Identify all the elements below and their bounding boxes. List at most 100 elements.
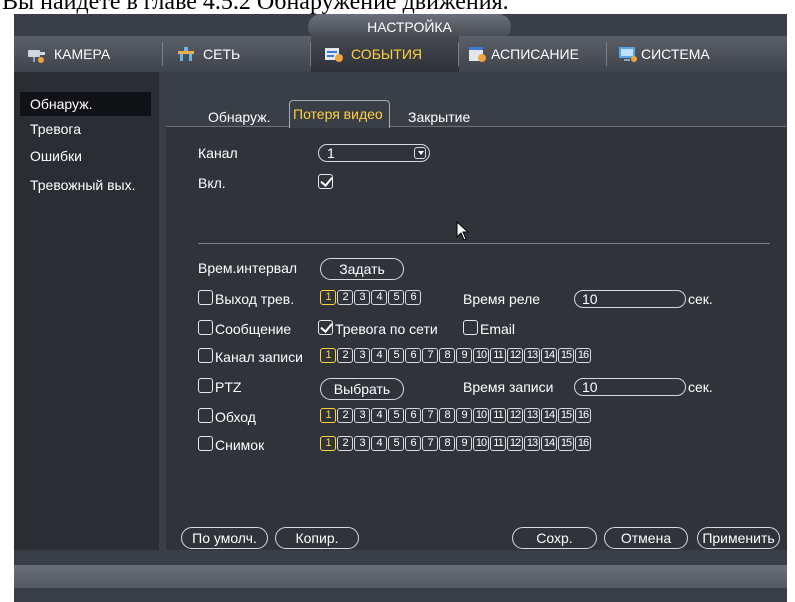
snapshot-ch-6[interactable]: 6	[405, 436, 421, 451]
channel-select[interactable]: 1	[318, 144, 430, 162]
tour-ch-4[interactable]: 4	[371, 408, 387, 423]
record-ch-9[interactable]: 9	[456, 348, 472, 363]
tour-ch-8[interactable]: 8	[439, 408, 455, 423]
tour-ch-12[interactable]: 12	[507, 408, 523, 423]
enable-checkbox[interactable]	[318, 174, 333, 189]
tour-checkbox[interactable]	[198, 408, 213, 423]
record-ch-3[interactable]: 3	[354, 348, 370, 363]
tour-ch-3[interactable]: 3	[354, 408, 370, 423]
schedule-set-button[interactable]: Задать	[320, 258, 404, 280]
alarm-out-2[interactable]: 2	[337, 290, 353, 305]
snapshot-ch-13[interactable]: 13	[524, 436, 540, 451]
alarm-out-3[interactable]: 3	[354, 290, 370, 305]
sidebar-item-alarm[interactable]: Тревога	[20, 117, 151, 141]
record-ch-5[interactable]: 5	[388, 348, 404, 363]
tour-ch-16[interactable]: 16	[575, 408, 591, 423]
snapshot-ch-8[interactable]: 8	[439, 436, 455, 451]
copy-button[interactable]: Копир.	[275, 527, 359, 549]
record-ch-6[interactable]: 6	[405, 348, 421, 363]
enable-label: Вкл.	[198, 175, 226, 191]
section-divider	[198, 243, 770, 244]
sidebar-item-detect[interactable]: Обнаруж.	[20, 92, 151, 116]
apply-button[interactable]: Применить	[697, 527, 780, 549]
tour-ch-9[interactable]: 9	[456, 408, 472, 423]
snapshot-ch-3[interactable]: 3	[354, 436, 370, 451]
sidebar-item-errors[interactable]: Ошибки	[20, 144, 151, 168]
tour-numbers: 1 2 3 4 5 6 7 8 9 10 11 12 13 14 15 16	[320, 408, 592, 424]
alarm-out-4[interactable]: 4	[371, 290, 387, 305]
relay-time-unit: сек.	[688, 291, 713, 307]
snapshot-ch-2[interactable]: 2	[337, 436, 353, 451]
snapshot-ch-7[interactable]: 7	[422, 436, 438, 451]
record-ch-8[interactable]: 8	[439, 348, 455, 363]
message-checkbox[interactable]	[198, 320, 213, 335]
tour-ch-1[interactable]: 1	[320, 408, 336, 423]
sidebar: Обнаруж. Тревога Ошибки Тревожный вых.	[14, 72, 159, 550]
record-ch-16[interactable]: 16	[575, 348, 591, 363]
snapshot-ch-16[interactable]: 16	[575, 436, 591, 451]
snapshot-ch-5[interactable]: 5	[388, 436, 404, 451]
tab-system[interactable]: СИСТЕМА	[607, 36, 755, 72]
tab-network[interactable]: СЕТЬ	[163, 36, 311, 72]
snapshot-ch-14[interactable]: 14	[541, 436, 557, 451]
message-label: Сообщение	[215, 321, 292, 337]
snapshot-ch-11[interactable]: 11	[490, 436, 506, 451]
cancel-button[interactable]: Отмена	[604, 527, 688, 549]
alarm-out-5[interactable]: 5	[388, 290, 404, 305]
snapshot-ch-9[interactable]: 9	[456, 436, 472, 451]
status-bar	[14, 565, 787, 588]
tour-ch-7[interactable]: 7	[422, 408, 438, 423]
sidebar-item-alarm-output[interactable]: Тревожный вых.	[20, 173, 151, 197]
alarm-out-checkbox[interactable]	[198, 290, 213, 305]
record-ch-1[interactable]: 1	[320, 348, 336, 363]
tour-ch-10[interactable]: 10	[473, 408, 489, 423]
email-label: Email	[480, 321, 516, 337]
record-time-input[interactable]: 10	[574, 378, 686, 396]
relay-time-input[interactable]: 10	[574, 290, 686, 308]
record-ch-13[interactable]: 13	[524, 348, 540, 363]
record-ch-15[interactable]: 15	[558, 348, 574, 363]
schedule-icon	[467, 45, 489, 63]
ptz-select-button[interactable]: Выбрать	[320, 378, 404, 400]
tour-ch-14[interactable]: 14	[541, 408, 557, 423]
system-icon	[617, 45, 639, 63]
tab-camera[interactable]: КАМЕРА	[14, 36, 162, 72]
ptz-label: PTZ	[215, 379, 242, 395]
document-caption: Вы найдете в главе 4.5.2 Обнаружение дви…	[2, 0, 509, 14]
alarm-out-6[interactable]: 6	[405, 290, 421, 305]
tour-ch-5[interactable]: 5	[388, 408, 404, 423]
channel-select-value: 1	[327, 145, 335, 161]
snapshot-checkbox[interactable]	[198, 436, 213, 451]
record-ch-10[interactable]: 10	[473, 348, 489, 363]
snapshot-ch-1[interactable]: 1	[320, 436, 336, 451]
record-channel-checkbox[interactable]	[198, 348, 213, 363]
camera-icon	[26, 45, 48, 63]
subtab-tamper[interactable]: Закрытие	[408, 104, 470, 130]
net-alarm-checkbox[interactable]	[318, 320, 333, 335]
tour-ch-15[interactable]: 15	[558, 408, 574, 423]
tour-label: Обход	[215, 409, 256, 425]
tour-ch-6[interactable]: 6	[405, 408, 421, 423]
tour-ch-2[interactable]: 2	[337, 408, 353, 423]
record-ch-2[interactable]: 2	[337, 348, 353, 363]
record-ch-11[interactable]: 11	[490, 348, 506, 363]
snapshot-ch-4[interactable]: 4	[371, 436, 387, 451]
record-ch-4[interactable]: 4	[371, 348, 387, 363]
snapshot-ch-12[interactable]: 12	[507, 436, 523, 451]
tour-ch-13[interactable]: 13	[524, 408, 540, 423]
default-button[interactable]: По умолч.	[181, 527, 268, 549]
tab-schedule[interactable]: АСПИСАНИЕ	[459, 36, 607, 72]
save-button[interactable]: Сохр.	[512, 527, 597, 549]
alarm-out-1[interactable]: 1	[320, 290, 336, 305]
record-ch-7[interactable]: 7	[422, 348, 438, 363]
snapshot-ch-15[interactable]: 15	[558, 436, 574, 451]
subtab-video-loss[interactable]: Потеря видео	[289, 100, 390, 128]
tab-events[interactable]: СОБЫТИЯ	[311, 36, 459, 72]
tour-ch-11[interactable]: 11	[490, 408, 506, 423]
snapshot-ch-10[interactable]: 10	[473, 436, 489, 451]
record-channel-label: Канал записи	[215, 349, 303, 365]
record-ch-14[interactable]: 14	[541, 348, 557, 363]
email-checkbox[interactable]	[463, 320, 478, 335]
ptz-checkbox[interactable]	[198, 378, 213, 393]
record-ch-12[interactable]: 12	[507, 348, 523, 363]
